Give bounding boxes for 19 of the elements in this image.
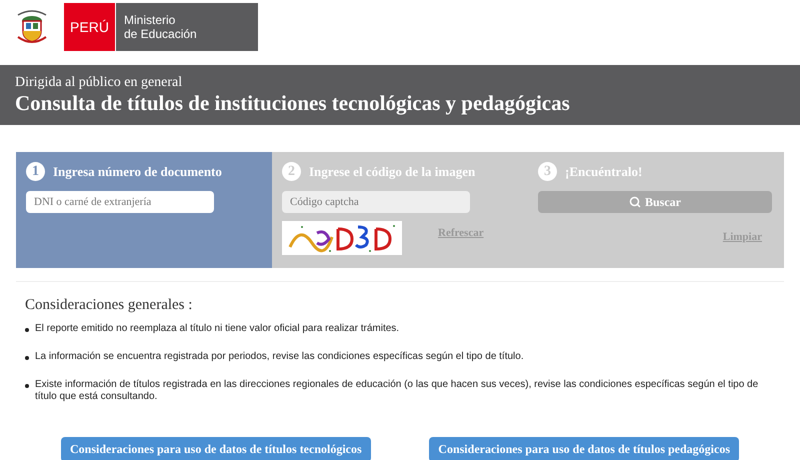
step-title: Ingresa número de documento	[53, 163, 222, 181]
bullet-icon	[25, 356, 29, 360]
bullet-icon	[25, 328, 29, 332]
consideration-text: Existe información de títulos registrada en las direcciones regionales de educación (o las que hacen sus veces), revise las condiciones específicas según el tipo de título que está consultando.	[35, 378, 760, 402]
step-number: 1	[26, 162, 45, 182]
ministry-label: Ministerio de Educación	[115, 3, 258, 51]
captcha-code-field[interactable]: Código captcha	[282, 190, 470, 212]
brand-name: PERÚ	[64, 3, 115, 51]
search-button[interactable]: Buscar	[538, 190, 772, 212]
banner-subtitle: Dirigida al público en general	[15, 74, 184, 91]
considerations-button[interactable]: Consideraciones para uso de datos de títulos tecnológicos	[61, 436, 371, 460]
bullet-icon	[25, 384, 29, 388]
consideration-text: La información se encuentra registrada por periodos, revise las condiciones específicas según el tipo de título.	[35, 350, 525, 362]
document-number-field[interactable]: DNI o carné de extranjería	[26, 190, 214, 212]
considerations-title: Consideraciones generales :	[25, 296, 194, 315]
considerations-button[interactable]: Consideraciones para uso de datos de títulos pedagógicos	[429, 436, 739, 460]
banner-title: Consulta de títulos de instituciones tecnológicas y pedagógicas	[15, 91, 571, 116]
consideration-text: El reporte emitido no reemplaza al título ni tiene valor oficial para realizar trámites.	[35, 322, 400, 334]
search-icon	[629, 196, 641, 208]
